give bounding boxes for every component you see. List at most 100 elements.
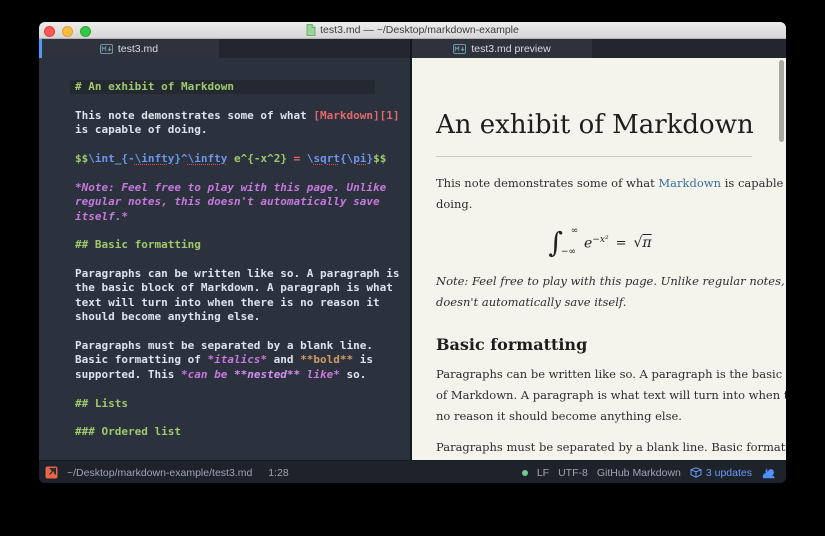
zoom-button[interactable] xyxy=(80,26,91,37)
preview-scrollbar-thumb[interactable] xyxy=(779,60,784,142)
preview-intro-paragraph: This note demonstrates some of what Mark… xyxy=(436,173,764,215)
file-document-icon xyxy=(306,24,316,36)
text-segment: the basic block of Markdown. A paragraph… xyxy=(75,281,393,294)
text-segment: \int_{- xyxy=(88,152,134,165)
status-left: ~/Desktop/markdown-example/test3.md 1:28 xyxy=(45,466,289,479)
diff-square-icon[interactable] xyxy=(45,466,58,479)
minimize-button[interactable] xyxy=(62,26,73,37)
code-line[interactable] xyxy=(39,138,410,152)
updates-indicator[interactable]: 3 updates xyxy=(690,467,752,479)
text-segment: and xyxy=(267,353,300,366)
tab-editor[interactable]: test3.md xyxy=(39,39,219,58)
code-line[interactable]: $$\int_{-\infty}^\infty e^{-x^2} = \sqrt… xyxy=(39,152,410,166)
text-segment: *italics* xyxy=(207,353,267,366)
text-segment xyxy=(227,152,234,165)
text-segment: like* xyxy=(300,368,340,381)
preview-paragraph: Paragraphs must be separated by a blank … xyxy=(436,437,764,458)
markdown-preview-pane[interactable]: An exhibit of Markdown This note demonst… xyxy=(410,58,786,460)
tab-bar: test3.md test3.md preview xyxy=(39,39,786,58)
code-line[interactable] xyxy=(39,411,410,425)
code-line[interactable] xyxy=(39,94,410,108)
text-segment: text will turn into when there is no rea… xyxy=(75,296,380,309)
text-segment: is xyxy=(353,353,373,366)
status-grammar[interactable]: GitHub Markdown xyxy=(597,467,681,479)
code-line[interactable] xyxy=(39,253,410,267)
code-line[interactable]: *Note: Feel free to play with this page.… xyxy=(39,181,410,195)
code-line[interactable]: Paragraphs can be written like so. A par… xyxy=(39,267,410,281)
code-line[interactable]: Paragraphs must be separated by a blank … xyxy=(39,339,410,353)
text-segment: should become anything else. xyxy=(75,310,260,323)
status-cursor-position[interactable]: 1:28 xyxy=(268,467,288,479)
text-segment: \infty xyxy=(135,152,175,165)
code-line[interactable]: supported. This *can be **nested** like*… xyxy=(39,368,410,382)
text-segment: **nested** xyxy=(234,368,300,381)
text-segment: is capable of doing. xyxy=(75,123,207,136)
window-title: test3.md — ~/Desktop/markdown-example xyxy=(306,24,519,36)
preview-heading-2: Basic formatting xyxy=(436,335,764,354)
heading-rule xyxy=(436,156,752,157)
code-line[interactable]: ## Lists xyxy=(39,397,410,411)
text-segment: # An exhibit of Markdown xyxy=(75,80,234,93)
text-segment: Paragraphs must be separated by a blank … xyxy=(75,339,373,352)
tab-preview[interactable]: test3.md preview xyxy=(412,39,592,58)
code-line[interactable] xyxy=(39,325,410,339)
code-line[interactable] xyxy=(39,166,410,180)
editor-tab-bar: test3.md xyxy=(39,39,410,58)
code-line[interactable] xyxy=(39,382,410,396)
text-segment: *can be xyxy=(181,368,234,381)
text-segment: Basic formatting of xyxy=(75,353,207,366)
status-line-ending[interactable]: LF xyxy=(537,467,549,479)
tab-editor-label: test3.md xyxy=(118,43,158,55)
code-line[interactable]: ### Ordered list xyxy=(39,425,410,439)
close-button[interactable] xyxy=(44,26,55,37)
updates-label: 3 updates xyxy=(706,467,752,479)
text-segment: supported. This xyxy=(75,368,181,381)
squirrel-icon[interactable] xyxy=(761,466,776,479)
text-segment xyxy=(300,152,307,165)
preview-paragraph: Paragraphs can be written like so. A par… xyxy=(436,364,764,427)
sqrt-expression: √π xyxy=(633,235,651,251)
code-line[interactable]: Basic formatting of *italics* and **bold… xyxy=(39,353,410,367)
text-segment: regular notes, this doesn't automaticall… xyxy=(75,195,380,208)
code-line[interactable]: itself.* xyxy=(39,210,410,224)
code-line[interactable]: text will turn into when there is no rea… xyxy=(39,296,410,310)
text-segment: e^{-x^2} xyxy=(234,152,287,165)
equals-sign: = xyxy=(616,236,627,251)
text-segment: ## Lists xyxy=(75,397,128,410)
active-pane-accent xyxy=(39,39,42,58)
text-segment: ## Basic formatting xyxy=(75,238,201,251)
status-file-path[interactable]: ~/Desktop/markdown-example/test3.md xyxy=(67,467,252,479)
preview-content: An exhibit of Markdown This note demonst… xyxy=(412,58,776,458)
preview-heading-1: An exhibit of Markdown xyxy=(436,110,764,140)
status-green-dot xyxy=(522,470,528,476)
code-line[interactable]: is capable of doing. xyxy=(39,123,410,137)
text-segment: [Markdown][1] xyxy=(313,109,399,122)
text-segment xyxy=(287,152,294,165)
text-segment: {\ xyxy=(340,152,353,165)
code-line[interactable] xyxy=(39,224,410,238)
code-line[interactable]: This note demonstrates some of what [Mar… xyxy=(39,109,410,123)
app-window: test3.md — ~/Desktop/markdown-example te… xyxy=(39,22,786,483)
code-line[interactable]: should become anything else. xyxy=(39,310,410,324)
text-segment: ### Ordered list xyxy=(75,425,181,438)
package-icon xyxy=(690,467,702,478)
text-segment: This note demonstrates some of what xyxy=(75,109,313,122)
status-encoding[interactable]: UTF-8 xyxy=(558,467,588,479)
code-line[interactable]: ## Basic formatting xyxy=(39,238,410,252)
code-line[interactable]: # An exhibit of Markdown xyxy=(39,80,410,94)
preview-note-paragraph: Note: Feel free to play with this page. … xyxy=(436,271,764,313)
text-segment: This note demonstrates some of what xyxy=(436,176,658,190)
markdown-editor[interactable]: # An exhibit of Markdown This note demon… xyxy=(39,58,410,460)
text-segment: sqrt xyxy=(313,152,340,165)
math-expression: e−x² xyxy=(584,235,609,252)
text-segment: }^ xyxy=(174,152,187,165)
status-bar: ~/Desktop/markdown-example/test3.md 1:28… xyxy=(39,460,786,483)
text-segment: Paragraphs can be written like so. A par… xyxy=(75,267,400,280)
integral-limits: ∞ −∞ xyxy=(563,227,578,257)
main-split: # An exhibit of Markdown This note demon… xyxy=(39,58,786,460)
code-line[interactable]: the basic block of Markdown. A paragraph… xyxy=(39,281,410,295)
tab-preview-label: test3.md preview xyxy=(471,43,550,55)
traffic-lights xyxy=(44,26,91,37)
markdown-link[interactable]: Markdown xyxy=(658,176,721,190)
code-line[interactable]: regular notes, this doesn't automaticall… xyxy=(39,195,410,209)
